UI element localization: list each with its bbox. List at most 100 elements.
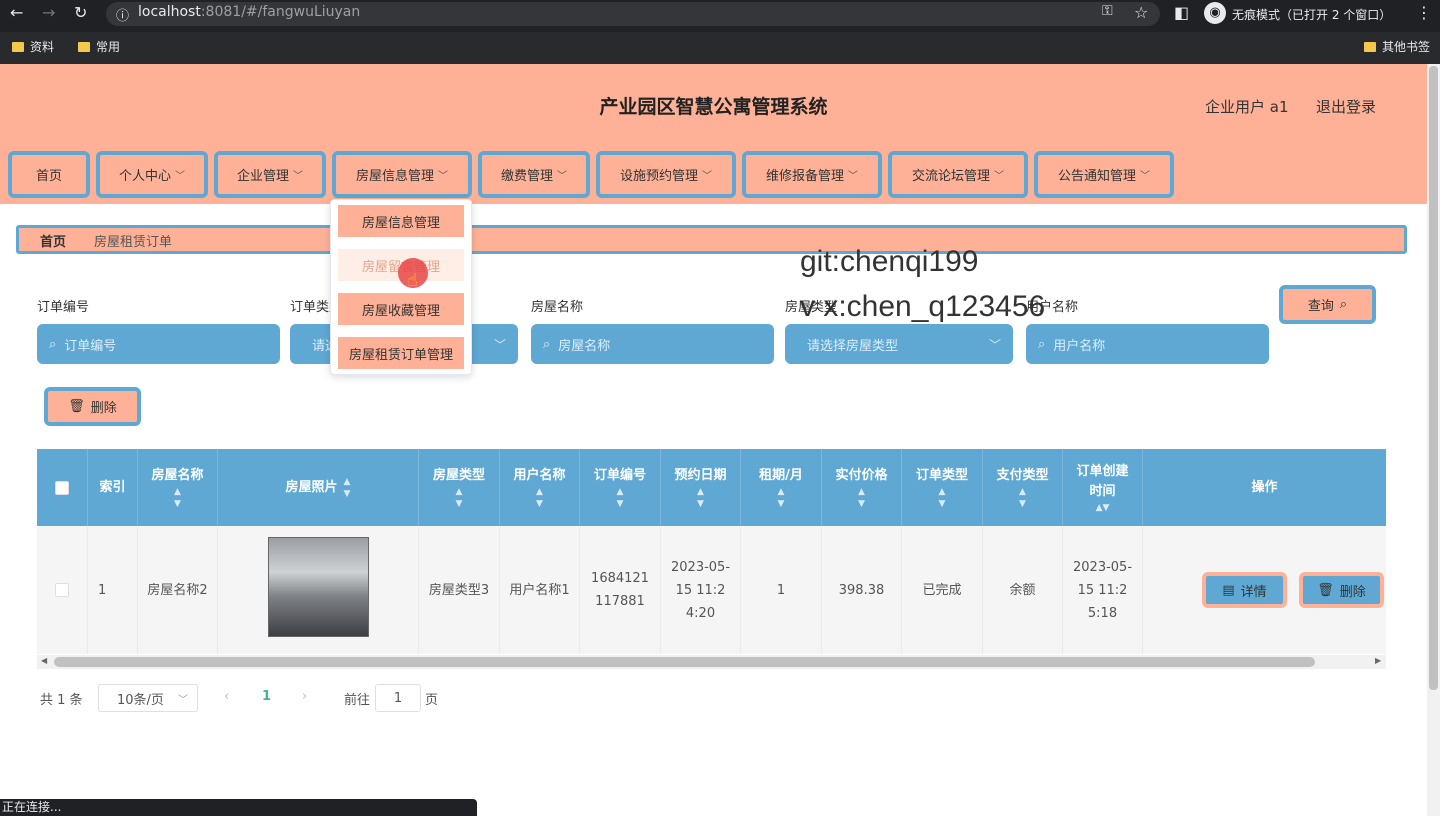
nav-personal-center[interactable]: 个人中心 ﹀	[96, 151, 208, 198]
bookmarks-bar	[0, 32, 1440, 64]
col-user-name[interactable]: 用户名称 ▲ ▼	[500, 449, 580, 526]
menu-icon[interactable]: ⋮	[1416, 3, 1432, 22]
batch-delete-button[interactable]: 🗑 删除	[44, 387, 141, 426]
col-book-date[interactable]: 预约日期 ▲ ▼	[661, 449, 741, 526]
sort-icon[interactable]: ▲▼	[697, 486, 704, 510]
user-name-input[interactable]: ⌕ 用户名称	[1026, 324, 1269, 364]
breadcrumb	[16, 225, 1407, 254]
search-icon: ⌕	[543, 336, 551, 352]
breadcrumb-home[interactable]: 首页	[40, 231, 66, 250]
logout-link[interactable]: 退出登录	[1316, 96, 1376, 117]
sort-icon[interactable]: ▲▼	[617, 486, 624, 510]
user-label: 企业用户 a1	[1205, 98, 1289, 116]
chevron-down-icon: ﹀	[493, 337, 506, 352]
incognito-icon[interactable]: ◉	[1204, 2, 1226, 24]
row-select-cell[interactable]	[37, 526, 88, 654]
url-text[interactable]: localhost:8081/#/fangwuLiuyan	[138, 4, 360, 20]
bookmark-folder[interactable]: 资料	[12, 38, 54, 55]
order-no-input[interactable]: ⌕ 订单编号	[37, 324, 280, 364]
star-icon[interactable]: ☆	[1134, 3, 1148, 22]
nav-company[interactable]: 企业管理 ﹀	[214, 151, 326, 198]
incognito-label[interactable]: 无痕模式（已打开 2 个窗口）	[1232, 6, 1391, 23]
chevron-down-icon: ﹀	[177, 694, 188, 706]
house-photo[interactable]	[268, 537, 369, 637]
cell-order-type: 已完成	[902, 526, 983, 654]
col-price[interactable]: 实付价格 ▲ ▼	[822, 449, 902, 526]
cell-house-type: 房屋类型3	[419, 526, 500, 654]
document-icon: ▤	[1222, 582, 1235, 598]
chevron-down-icon: ﹀	[702, 171, 712, 182]
search-icon: ⌕	[1038, 336, 1046, 352]
house-type-label: 房屋类型	[785, 300, 838, 315]
dropdown-item-rental-order[interactable]: 房屋租赁订单管理	[338, 337, 464, 369]
sort-icon[interactable]: ▲▼	[778, 486, 785, 510]
nav-payment[interactable]: 缴费管理 ﹀	[478, 151, 590, 198]
select-all-checkbox[interactable]	[55, 480, 69, 495]
cell-user-name: 用户名称1	[500, 526, 580, 654]
goto-input[interactable]: 1	[375, 684, 421, 712]
col-house-type[interactable]: 房屋类型 ▲ ▼	[419, 449, 500, 526]
prev-page-icon[interactable]: ‹	[224, 689, 229, 704]
col-order-type[interactable]: 订单类型 ▲ ▼	[902, 449, 983, 526]
vertical-scrollbar-thumb[interactable]	[1429, 66, 1438, 690]
sort-icon[interactable]: ▲▼	[536, 486, 543, 510]
chevron-down-icon: ﹀	[988, 337, 1001, 352]
nav-house-info[interactable]: 房屋信息管理 ﹀	[332, 151, 472, 198]
key-icon[interactable]: ⚿	[1102, 3, 1113, 19]
folder-icon	[1364, 41, 1376, 52]
col-months[interactable]: 租期/月 ▲ ▼	[741, 449, 822, 526]
dropdown-item-house-info[interactable]: 房屋信息管理	[338, 205, 464, 237]
nav-facility[interactable]: 设施预约管理 ﹀	[596, 151, 736, 198]
nav-home[interactable]: 首页	[8, 151, 90, 198]
page-size-select[interactable]: 10条/页 ﹀	[98, 684, 198, 712]
search-button[interactable]: 查询 ⌕	[1279, 285, 1376, 324]
row-checkbox[interactable]	[55, 583, 69, 597]
current-page[interactable]: 1	[262, 689, 271, 704]
col-created[interactable]: 订单创建时间 ▲▼	[1063, 449, 1143, 526]
house-name-input[interactable]: ⌕ 房屋名称	[531, 324, 774, 364]
cell-pay-type: 余额	[983, 526, 1063, 654]
cell-created: 2023-05-15 11:25:18	[1063, 526, 1143, 654]
dropdown-item-house-favorite[interactable]: 房屋收藏管理	[338, 293, 464, 325]
col-pay-type[interactable]: 支付类型 ▲ ▼	[983, 449, 1063, 526]
sort-icon[interactable]: ▲▼	[456, 486, 463, 510]
bookmark-folder[interactable]: 常用	[78, 38, 120, 55]
browser-chrome: ← → ↻ ⓘ localhost:8081/#/fangwuLiuyan ⚿ …	[0, 0, 1440, 64]
cell-house-name: 房屋名称2	[138, 526, 218, 654]
house-type-select[interactable]: 请选择房屋类型 ﹀	[785, 324, 1013, 364]
goto-label: 前往	[344, 693, 371, 708]
scroll-left-icon[interactable]: ◀	[41, 656, 47, 665]
order-no-label: 订单编号	[37, 300, 90, 315]
info-icon[interactable]: ⓘ	[116, 5, 129, 24]
forward-icon[interactable]: →	[42, 3, 55, 22]
next-page-icon[interactable]: ›	[302, 689, 307, 704]
sort-icon[interactable]: ▲▼	[939, 486, 946, 510]
scroll-right-icon[interactable]: ▶	[1375, 656, 1381, 665]
folder-icon	[12, 41, 24, 52]
status-bar: 正在连接...	[0, 799, 477, 816]
reload-icon[interactable]: ↻	[74, 3, 87, 22]
select-all-cell[interactable]	[37, 449, 88, 526]
other-bookmarks[interactable]: 其他书签	[1364, 38, 1430, 55]
sort-icon[interactable]: ▲▼	[1019, 486, 1026, 510]
back-icon[interactable]: ←	[10, 3, 23, 22]
folder-icon	[78, 41, 90, 52]
nav-notice[interactable]: 公告通知管理 ﹀	[1034, 151, 1174, 198]
sort-icon[interactable]: ▲▼	[174, 486, 181, 510]
trash-icon: 🗑	[1317, 582, 1334, 598]
col-order-no[interactable]: 订单编号 ▲ ▼	[580, 449, 661, 526]
sort-icon[interactable]: ▲▼	[1096, 502, 1110, 514]
scrollbar-thumb[interactable]	[54, 657, 1315, 667]
sort-icon[interactable]: ▲▼	[858, 486, 865, 510]
sort-icon[interactable]: ▲▼	[344, 476, 351, 500]
cell-book-date: 2023-05-15 11:24:20	[661, 526, 741, 654]
nav-forum[interactable]: 交流论坛管理 ﹀	[888, 151, 1028, 198]
row-delete-button[interactable]: 🗑 删除	[1299, 572, 1384, 608]
watermark-line: git:chenqi199	[800, 245, 979, 278]
detail-button[interactable]: ▤ 详情	[1202, 572, 1287, 608]
col-house-photo[interactable]: 房屋照片 ▲ ▼	[218, 449, 419, 526]
nav-repair[interactable]: 维修报备管理 ﹀	[742, 151, 882, 198]
col-house-name[interactable]: 房屋名称 ▲ ▼	[138, 449, 218, 526]
col-actions: 操作	[1251, 479, 1278, 495]
sidepanel-icon[interactable]: ◧	[1174, 3, 1189, 22]
